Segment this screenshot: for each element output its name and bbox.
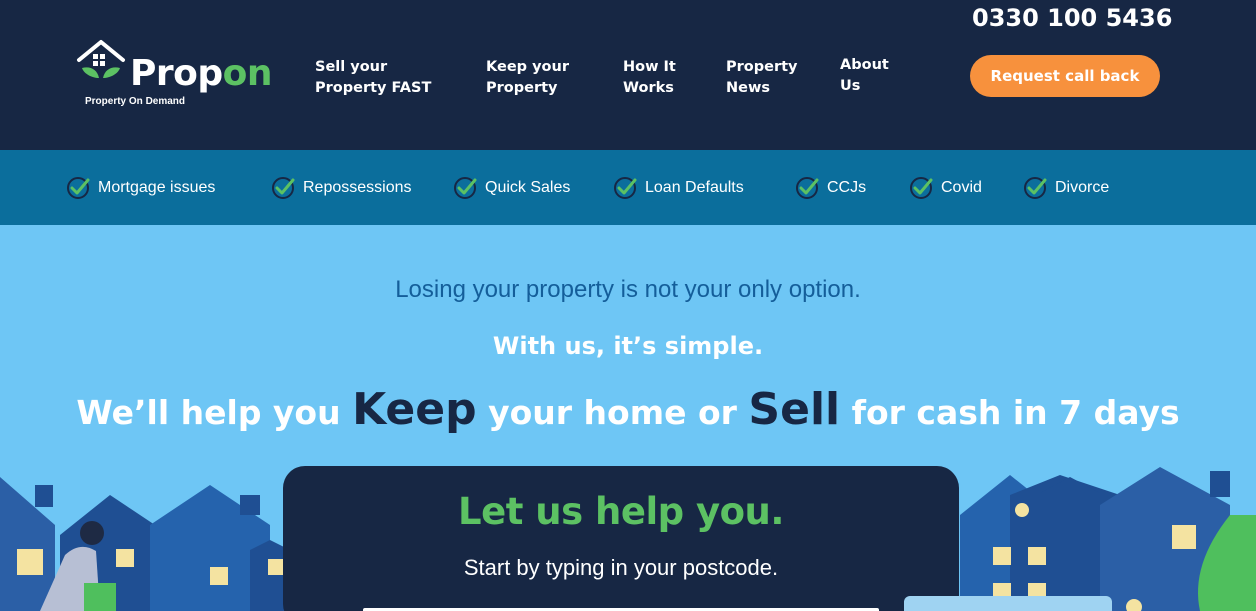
nav-keep-property[interactable]: Keep your Property [486, 57, 569, 99]
logo-wordmark: Propon [130, 53, 273, 94]
logo-tagline: Property On Demand [85, 96, 186, 107]
site-header: Propon Property On Demand Sell your Prop… [0, 0, 1256, 150]
propon-logo[interactable]: Propon Property On Demand [76, 38, 286, 112]
phone-number[interactable]: 0330 100 5436 [972, 4, 1172, 32]
check-circle-icon [272, 177, 295, 199]
tag-covid[interactable]: Covid [909, 176, 982, 200]
request-call-back-button[interactable]: Request call back [970, 55, 1160, 97]
tag-label: Loan Defaults [645, 179, 744, 196]
hero-simple: With us, it’s simple. [492, 332, 764, 360]
card-title: Let us help you. [458, 490, 784, 533]
tag-label: Repossessions [303, 179, 412, 196]
tag-label: Quick Sales [485, 179, 571, 196]
postcode-card: Let us help you. Start by typing in your… [283, 466, 959, 611]
tag-label: Covid [941, 179, 982, 196]
tag-mortgage-issues[interactable]: Mortgage issues [66, 176, 215, 200]
nav-how-it-works[interactable]: How It Works [623, 57, 676, 99]
tag-ccjs[interactable]: CCJs [795, 176, 866, 200]
check-circle-icon [67, 177, 90, 199]
house-leaf-icon [77, 40, 125, 78]
tag-divorce[interactable]: Divorce [1023, 176, 1109, 200]
nav-property-news[interactable]: Property News [726, 57, 798, 99]
check-circle-icon [1024, 177, 1047, 199]
tag-repossessions[interactable]: Repossessions [271, 176, 412, 200]
side-action-button[interactable] [904, 596, 1112, 611]
hero-intro: Losing your property is not your only op… [395, 276, 861, 303]
check-circle-icon [454, 177, 477, 199]
tag-label: Divorce [1055, 179, 1110, 196]
nav-about-us[interactable]: About Us [840, 55, 889, 97]
check-circle-icon [614, 177, 637, 199]
card-subtitle: Start by typing in your postcode. [463, 555, 779, 580]
check-circle-icon [796, 177, 819, 199]
hero-headline: We’ll help you Keep your home or Sell fo… [76, 384, 1180, 435]
check-circle-icon [910, 177, 933, 199]
nav-sell-fast[interactable]: Sell your Property FAST [315, 57, 431, 99]
tag-loan-defaults[interactable]: Loan Defaults [613, 176, 744, 200]
issues-bar: Mortgage issues Repossessions Quick Sale… [0, 150, 1256, 225]
tag-label: CCJs [827, 179, 867, 196]
tag-label: Mortgage issues [98, 179, 216, 196]
tag-quick-sales[interactable]: Quick Sales [453, 176, 570, 200]
